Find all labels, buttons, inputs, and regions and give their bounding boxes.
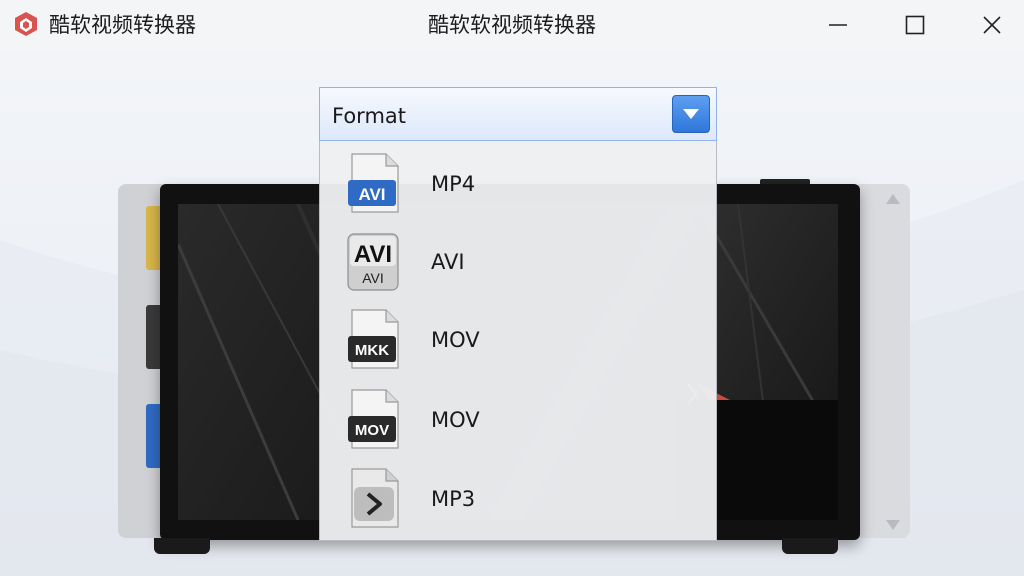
format-option-mov[interactable]: MKK MOV xyxy=(320,300,716,378)
option-label: MP3 xyxy=(431,487,476,511)
monitor-foot xyxy=(782,538,838,554)
app-logo-icon xyxy=(15,12,37,36)
minimize-icon xyxy=(829,24,847,26)
scroll-down-icon[interactable] xyxy=(884,518,902,532)
carousel-right-panel xyxy=(858,184,910,538)
title-bar: 酷软视频转换器 酷软软视频转换器 xyxy=(0,0,1024,50)
minimize-button[interactable] xyxy=(803,0,873,50)
option-label: AVI xyxy=(431,250,465,274)
maximize-icon xyxy=(905,15,925,35)
dropdown-toggle-button[interactable] xyxy=(672,95,710,133)
option-label: MP4 xyxy=(431,172,476,196)
avi-file-icon: AVI AVI xyxy=(347,233,399,291)
option-label: MOV xyxy=(431,408,480,432)
app-name: 酷软视频转换器 xyxy=(49,13,196,37)
close-button[interactable] xyxy=(957,0,1024,50)
icon-badge-text: AVI xyxy=(358,185,385,204)
close-icon xyxy=(983,16,1001,34)
format-option-mp3[interactable]: MP3 xyxy=(320,459,716,537)
avi-file-icon: AVI xyxy=(348,153,399,213)
monitor-foot xyxy=(154,538,210,554)
icon-badge-text: MOV xyxy=(355,422,389,439)
maximize-button[interactable] xyxy=(880,0,950,50)
format-option-mov-2[interactable]: MOV MOV xyxy=(320,380,716,458)
option-label: MOV xyxy=(431,328,480,352)
scroll-up-icon[interactable] xyxy=(884,192,902,206)
format-option-avi[interactable]: AVI AVI AVI xyxy=(320,222,716,300)
chevron-down-icon xyxy=(683,109,699,119)
format-options-list: AVI MP4 AVI AVI AVI MKK MOV MOV MOV MP3 xyxy=(319,141,717,541)
format-option-mp4[interactable]: AVI MP4 xyxy=(320,144,716,222)
icon-badge-text: AVI xyxy=(354,241,392,268)
icon-badge-text: MKK xyxy=(355,342,389,359)
mov-file-icon: MOV xyxy=(348,389,399,449)
mkk-file-icon: MKK xyxy=(348,309,399,369)
play-file-icon xyxy=(351,468,399,528)
icon-sub-text: AVI xyxy=(362,270,384,286)
dropdown-label: Format xyxy=(332,104,407,128)
format-dropdown[interactable]: Format xyxy=(319,87,717,141)
